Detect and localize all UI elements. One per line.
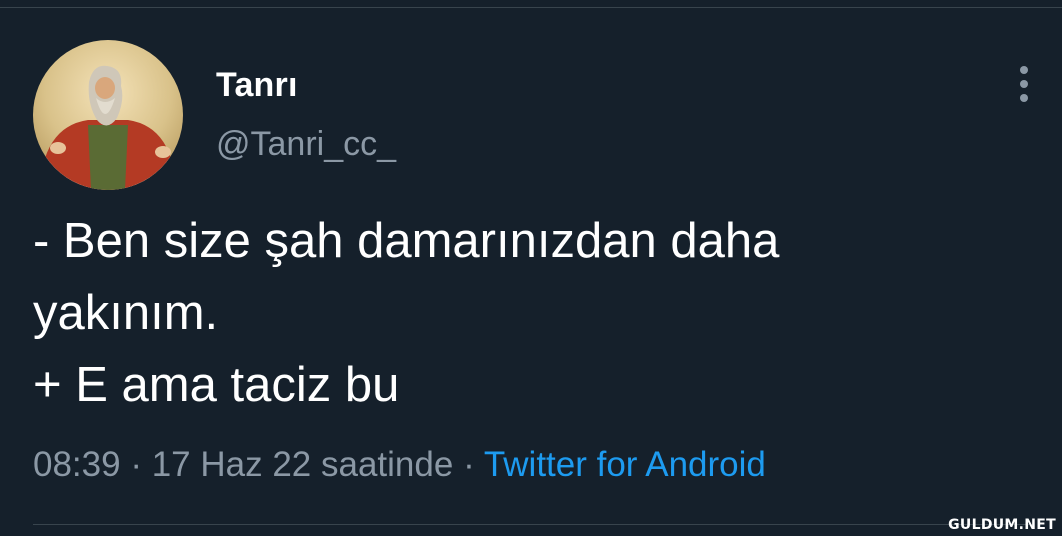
avatar-image xyxy=(33,40,183,190)
meta-separator: · xyxy=(130,445,142,484)
bottom-divider xyxy=(33,524,1033,525)
meta-separator: · xyxy=(463,445,475,484)
top-divider xyxy=(0,0,1062,8)
tweet-date[interactable]: 17 Haz 22 saatinde xyxy=(152,445,454,484)
tweet-text: - Ben size şah damarınızdan daha yakınım… xyxy=(33,214,780,412)
tweet-meta: 08:39 · 17 Haz 22 saatinde · Twitter for… xyxy=(33,445,766,485)
more-vertical-icon[interactable] xyxy=(1014,65,1034,103)
display-name[interactable]: Tanrı xyxy=(216,66,298,105)
tweet-time[interactable]: 08:39 xyxy=(33,445,121,484)
watermark: GULDUM.NET xyxy=(948,517,1056,533)
tweet-source-link[interactable]: Twitter for Android xyxy=(484,445,766,484)
avatar[interactable] xyxy=(33,40,183,190)
user-handle[interactable]: @Tanri_cc_ xyxy=(216,125,396,164)
